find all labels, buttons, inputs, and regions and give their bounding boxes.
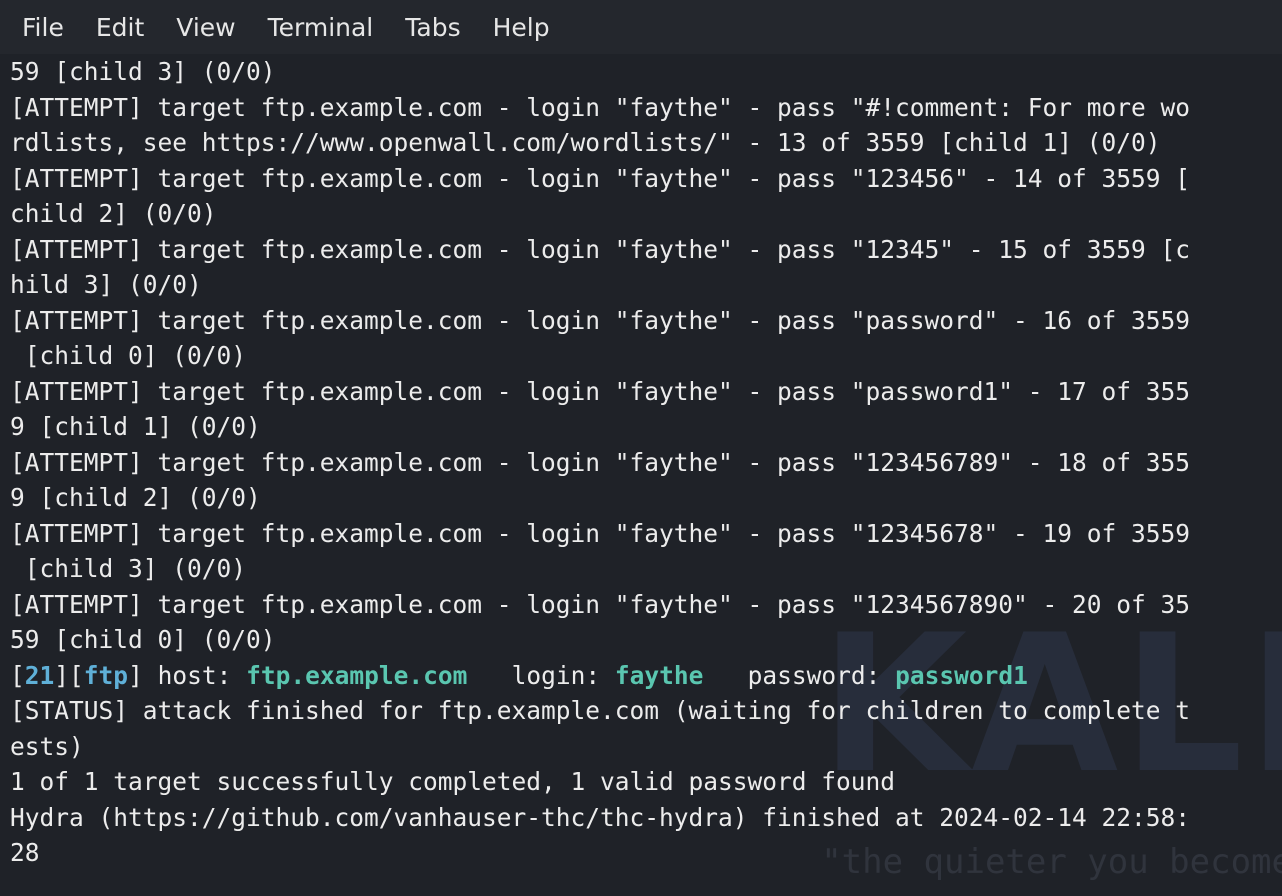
menu-bar: File Edit View Terminal Tabs Help bbox=[0, 0, 1282, 54]
menu-help[interactable]: Help bbox=[493, 13, 550, 42]
terminal-line: 9 [child 2] (0/0) bbox=[10, 483, 261, 512]
terminal-line: ests) bbox=[10, 731, 84, 761]
result-port: 21 bbox=[24, 660, 55, 690]
terminal-line: 59 [child 3] (0/0) bbox=[10, 57, 276, 86]
terminal-line: hild 3] (0/0) bbox=[10, 270, 202, 299]
terminal-line: rdlists, see https://www.openwall.com/wo… bbox=[10, 128, 1161, 157]
menu-tabs[interactable]: Tabs bbox=[405, 13, 460, 42]
menu-terminal[interactable]: Terminal bbox=[268, 13, 374, 42]
menu-edit[interactable]: Edit bbox=[96, 13, 144, 42]
terminal-line: 28 bbox=[10, 838, 40, 867]
result-host: ftp.example.com bbox=[246, 660, 468, 690]
result-login: faythe bbox=[614, 660, 704, 690]
terminal-line: [ATTEMPT] target ftp.example.com - login… bbox=[10, 376, 1191, 406]
result-host-label: ] host: bbox=[128, 660, 247, 690]
terminal-line: [ATTEMPT] target ftp.example.com - login… bbox=[10, 447, 1191, 477]
terminal-line: [ATTEMPT] target ftp.example.com - login… bbox=[10, 234, 1191, 264]
terminal-line: 1 of 1 target successfully completed, 1 … bbox=[10, 767, 896, 796]
result-password: password1 bbox=[895, 660, 1028, 690]
result-password-label: password: bbox=[703, 660, 896, 690]
menu-file[interactable]: File bbox=[22, 13, 64, 42]
terminal-line: [STATUS] attack finished for ftp.example… bbox=[10, 696, 1191, 725]
result-bracket-mid: ][ bbox=[54, 660, 84, 690]
terminal-line: 9 [child 1] (0/0) bbox=[10, 412, 261, 441]
terminal-line: [child 0] (0/0) bbox=[10, 341, 247, 370]
result-bracket-open: [ bbox=[10, 660, 25, 690]
terminal-line: child 2] (0/0) bbox=[10, 199, 217, 228]
terminal-line: [ATTEMPT] target ftp.example.com - login… bbox=[10, 589, 1191, 619]
result-login-label: login: bbox=[467, 660, 615, 690]
terminal-line: [ATTEMPT] target ftp.example.com - login… bbox=[10, 518, 1191, 548]
menu-view[interactable]: View bbox=[176, 13, 235, 42]
terminal-line: [ATTEMPT] target ftp.example.com - login… bbox=[10, 305, 1191, 335]
terminal-line: [ATTEMPT] target ftp.example.com - login… bbox=[10, 163, 1191, 193]
terminal-output[interactable]: 59 [child 3] (0/0) [ATTEMPT] target ftp.… bbox=[0, 54, 1282, 896]
hydra-result-line: [21][ftp] host: ftp.example.com login: f… bbox=[10, 658, 1028, 694]
result-service: ftp bbox=[83, 660, 129, 690]
terminal-line: [ATTEMPT] target ftp.example.com - login… bbox=[10, 92, 1191, 122]
terminal-line: [child 3] (0/0) bbox=[10, 554, 247, 583]
terminal-line: Hydra (https://github.com/vanhauser-thc/… bbox=[10, 802, 1191, 832]
terminal-line: 59 [child 0] (0/0) bbox=[10, 625, 276, 654]
